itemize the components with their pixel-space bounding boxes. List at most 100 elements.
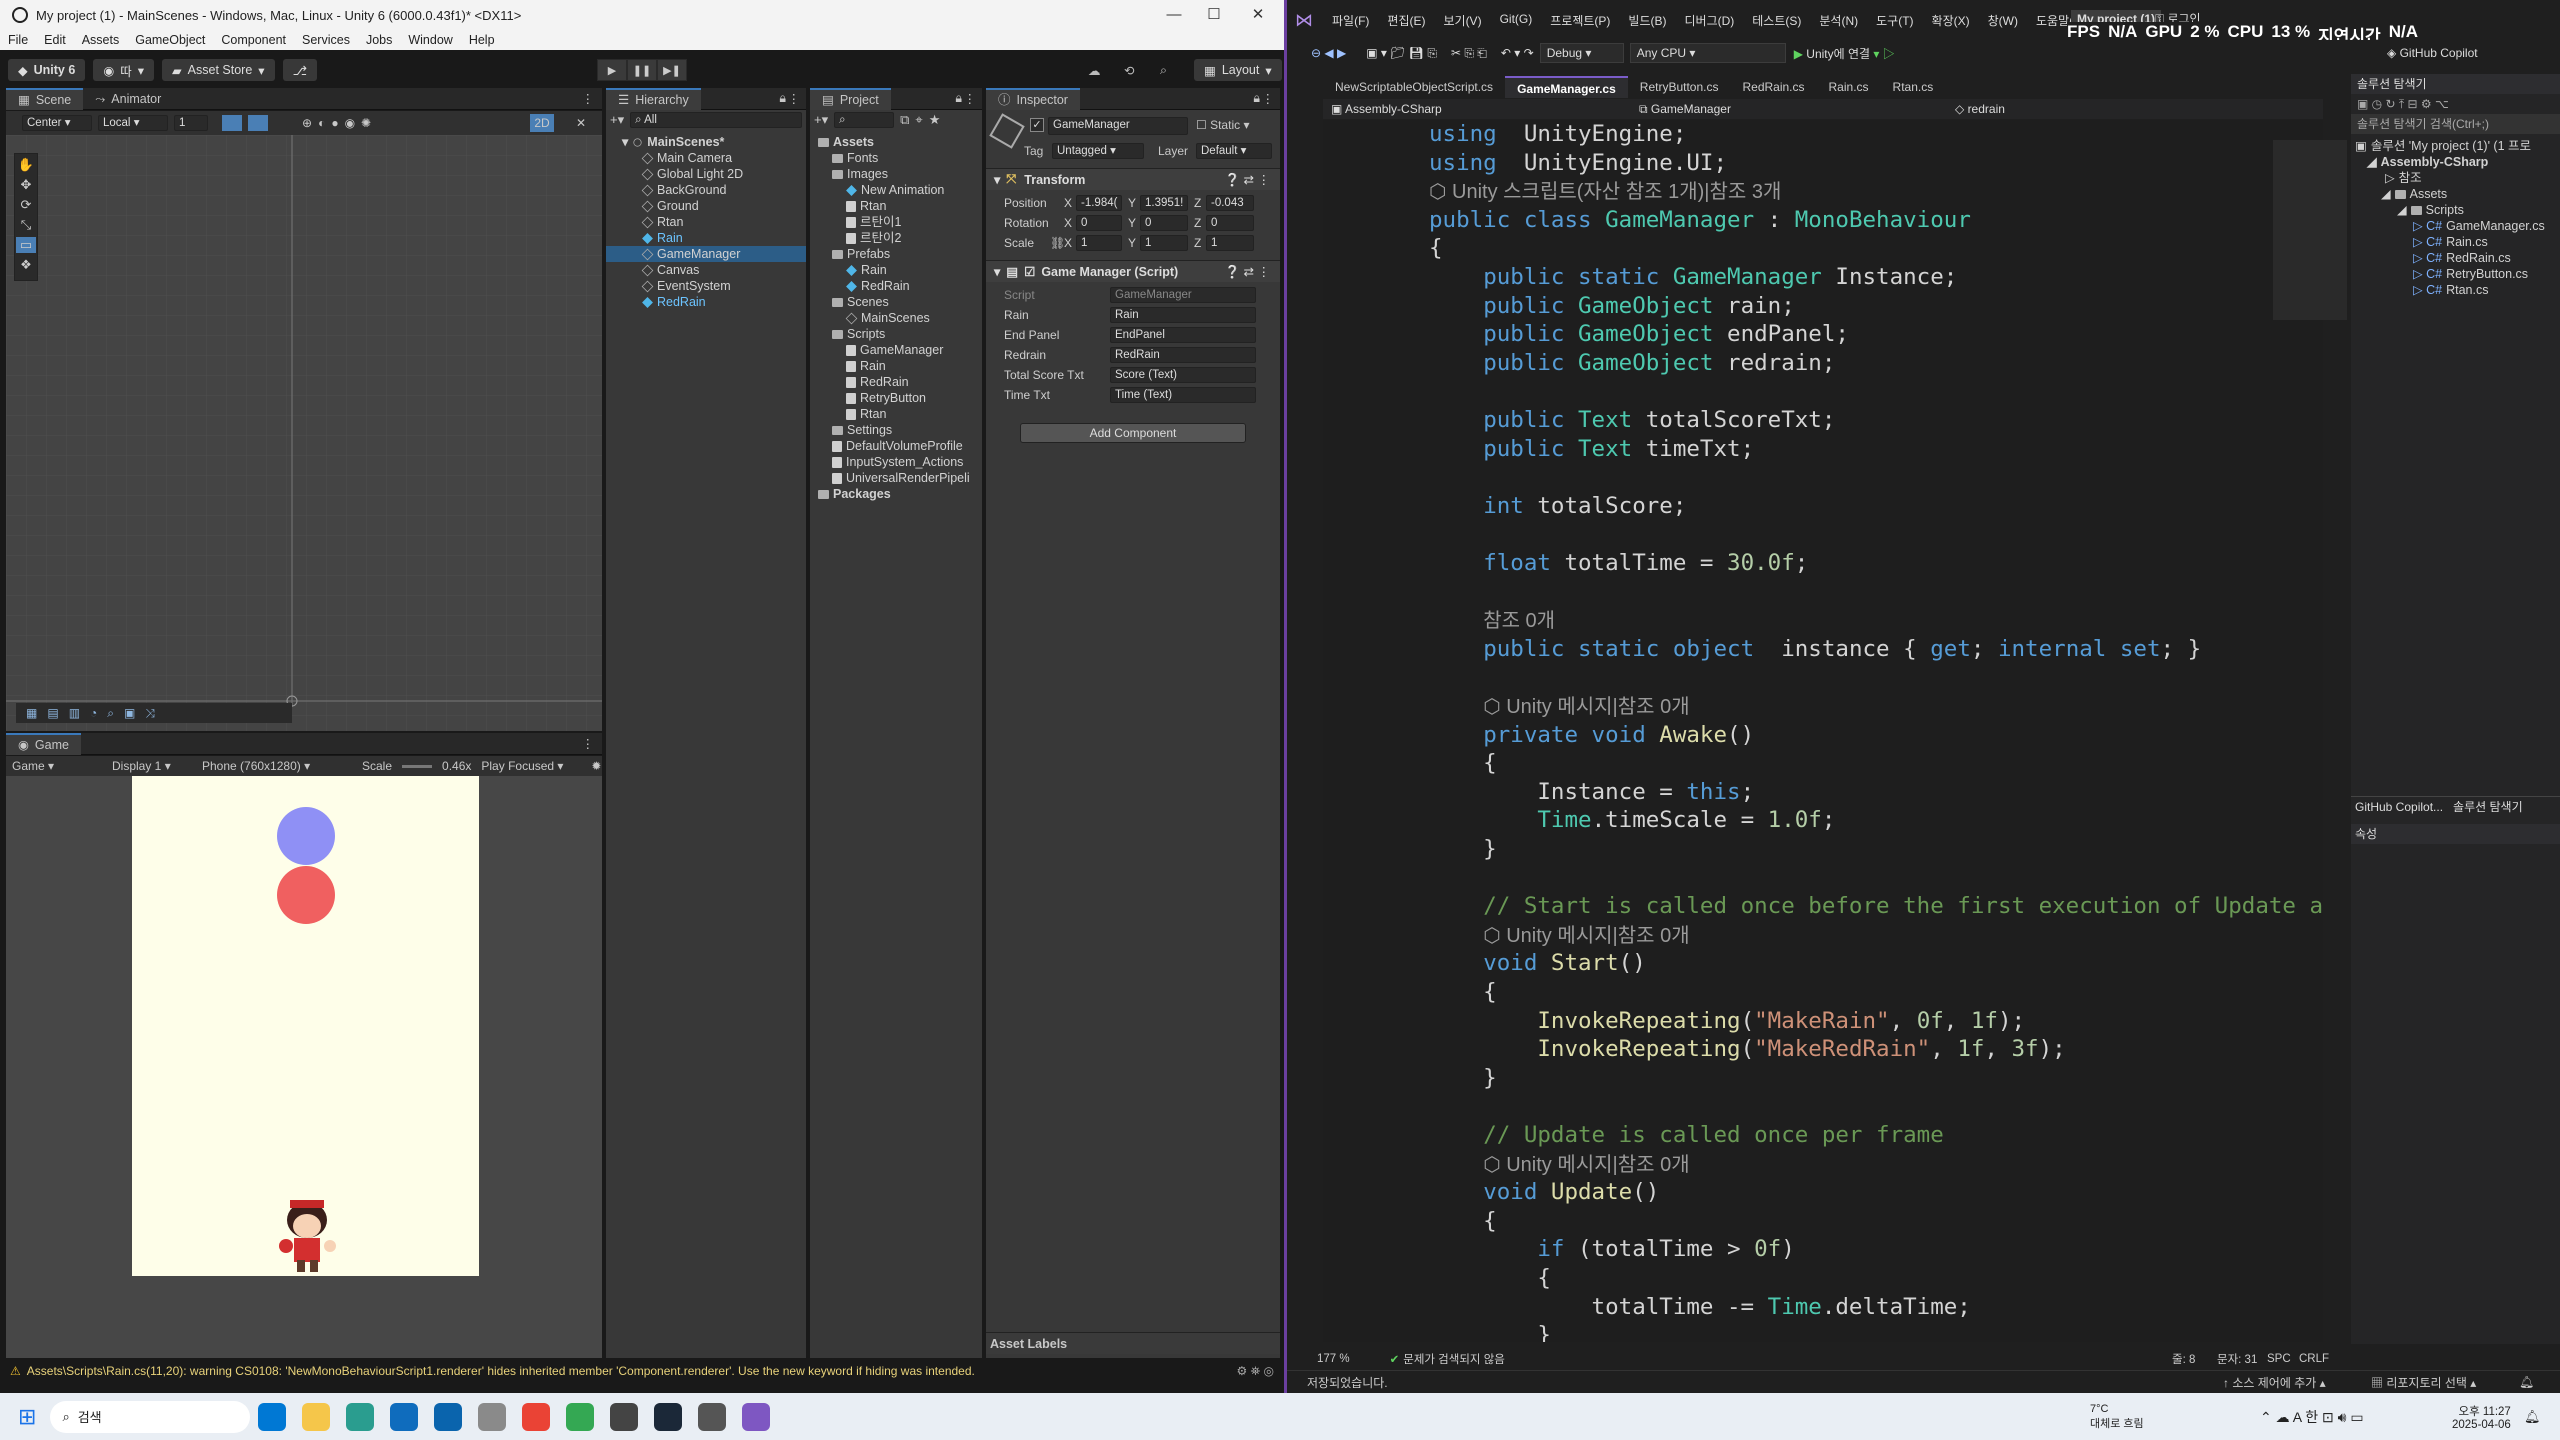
whitespace-mode[interactable]: SPC [2267, 1353, 2291, 1365]
project-item[interactable]: Rtan [810, 406, 982, 422]
snap-icon[interactable] [248, 115, 268, 131]
vs-menu-item[interactable]: Git(G) [1491, 12, 1542, 29]
mode-2d-toggle[interactable]: 2D [530, 114, 554, 132]
scale-z[interactable]: 1 [1206, 235, 1254, 251]
more-icon[interactable]: ⋮ [964, 91, 977, 106]
document-tab[interactable]: RedRain.cs [1730, 76, 1816, 98]
source-control-button[interactable]: ↑ 소스 제어에 추가 ▴ [2223, 1374, 2326, 1391]
version-control-icon[interactable]: ⎇ [282, 59, 317, 81]
more-icon[interactable]: ⋮ [582, 91, 595, 106]
edge-icon[interactable] [346, 1402, 375, 1431]
move-tool-icon[interactable]: ✥ [21, 177, 32, 193]
grid-snap-field[interactable]: 1 [174, 115, 208, 131]
class-nav-dropdown[interactable]: ⧉ GameManager [1639, 102, 1955, 117]
rotate-icon[interactable]: ◔ [90, 706, 97, 720]
chrome-icon[interactable] [522, 1402, 551, 1431]
account-dropdown[interactable]: ◉ 따 ▾ [93, 59, 155, 81]
play-focus-dropdown[interactable]: Play Focused ▾ [481, 759, 581, 773]
solution-file[interactable]: ▷ C# Rain.cs [2351, 234, 2560, 250]
vs-menu-item[interactable]: 보기(V) [1434, 12, 1490, 29]
config-dropdown[interactable]: Debug ▾ [1539, 43, 1624, 63]
hierarchy-item[interactable]: Rtan [606, 214, 806, 230]
edit-icons[interactable]: ✂ ⎘ ⎗ [1451, 46, 1487, 61]
solution-file[interactable]: ▷ C# RedRain.cs [2351, 250, 2560, 266]
asset-store-button[interactable]: ▰ Asset Store ▾ [162, 59, 275, 81]
notification-icon[interactable]: 🔔︎ [2519, 1375, 2534, 1389]
project-item[interactable]: Fonts [810, 150, 982, 166]
layout-dropdown[interactable]: ▦ Layout ▾ [1194, 59, 1282, 81]
vs-menu-item[interactable]: 창(W) [1979, 12, 2027, 29]
tab-inspector[interactable]: ⓘ Inspector [986, 87, 1080, 110]
solution-file[interactable]: ▷ C# Rtan.cs [2351, 282, 2560, 298]
references-node[interactable]: ▷ 참조 [2351, 170, 2560, 186]
visual-studio-icon[interactable] [742, 1402, 771, 1431]
zoom-level[interactable]: 177 % [1317, 1353, 1350, 1365]
add-icon[interactable]: +▾ [610, 112, 624, 128]
object-field[interactable]: Time (Text) [1110, 387, 1256, 403]
zoom-icon[interactable]: ⌕ [107, 706, 114, 721]
tab-project[interactable]: ▤ Project [810, 87, 891, 110]
project-item[interactable]: Assets [810, 134, 982, 150]
shuffle-icon[interactable]: ⤨ [145, 706, 155, 721]
asset-labels[interactable]: Asset Labels [986, 1332, 1280, 1354]
layer-dropdown[interactable]: Default ▾ [1196, 143, 1272, 159]
lighting-icon[interactable]: ◉ [345, 116, 355, 130]
tab-game[interactable]: ◉ Game [6, 732, 81, 755]
windows-start-icon[interactable]: ⊞ [18, 1404, 36, 1430]
tile-icon[interactable]: ▥ [69, 706, 80, 720]
tag-dropdown[interactable]: Untagged ▾ [1052, 143, 1144, 159]
tilemap-icon[interactable]: ▦ [26, 706, 37, 720]
rotation-z[interactable]: 0 [1206, 215, 1254, 231]
solution-search-input[interactable]: 솔루션 탐색기 검색(Ctrl+;) [2351, 114, 2560, 134]
project-nav-dropdown[interactable]: ▣ Assembly-CSharp [1323, 102, 1639, 116]
solution-root[interactable]: ▣ 솔루션 'My project (1)' (1 프로 [2351, 138, 2560, 154]
component-menu-icon[interactable]: ❔ ⇄ ⋮ [1225, 264, 1270, 280]
project-item[interactable]: Settings [810, 422, 982, 438]
member-nav-dropdown[interactable]: ◇ redrain [1955, 102, 2255, 116]
static-toggle[interactable]: ☐ Static ▾ [1196, 118, 1249, 132]
scene-viewport[interactable]: ✋ ✥ ⟳ ⤡ ▭ ❖ ▦ ▤ ▥ ◔ ⌕ ▣ ⤨ [6, 135, 602, 731]
menu-help[interactable]: Help [461, 33, 503, 47]
vs-menu-item[interactable]: 프로젝트(P) [1541, 12, 1619, 29]
lock-icon[interactable]: 🔒︎ [1253, 91, 1260, 106]
hierarchy-item[interactable]: Global Light 2D [606, 166, 806, 182]
settings-icon[interactable]: ✹ [591, 759, 601, 773]
scale-y[interactable]: 1 [1140, 235, 1188, 251]
notifications-icon[interactable]: 🔔︎ [2524, 1409, 2541, 1425]
assets-node[interactable]: ◢ Assets [2351, 186, 2560, 202]
project-item[interactable]: MainScenes [810, 310, 982, 326]
steam-icon[interactable] [654, 1402, 683, 1431]
solution-file[interactable]: ▷ C# RetryButton.cs [2351, 266, 2560, 282]
menu-edit[interactable]: Edit [36, 33, 74, 47]
hierarchy-item[interactable]: Canvas [606, 262, 806, 278]
pivot-dropdown[interactable]: Center ▾ [22, 115, 92, 131]
resolution-dropdown[interactable]: Phone (760x1280) ▾ [202, 759, 352, 773]
project-item[interactable]: RedRain [810, 278, 982, 294]
project-item[interactable]: GameManager [810, 342, 982, 358]
enabled-checkbox[interactable]: ☑ [1024, 264, 1035, 279]
lock-icon[interactable]: 🔒︎ [779, 91, 786, 106]
grid-paint-icon[interactable]: ▤ [47, 706, 58, 720]
object-field[interactable]: EndPanel [1110, 327, 1256, 343]
project-item[interactable]: UniversalRenderPipeli [810, 470, 982, 486]
link-icon[interactable]: ⛓ [1050, 236, 1065, 250]
tab-scene[interactable]: ▦ Scene [6, 87, 84, 110]
file-explorer-icon[interactable] [302, 1402, 331, 1431]
active-checkbox[interactable]: ✓ [1030, 118, 1044, 132]
line-ending[interactable]: CRLF [2299, 1353, 2329, 1365]
menu-services[interactable]: Services [294, 33, 358, 47]
rotation-y[interactable]: 0 [1140, 215, 1188, 231]
vs-menu-item[interactable]: 분석(N) [1810, 12, 1867, 29]
issues-text[interactable]: 문제가 검색되지 않음 [1403, 1351, 1505, 1367]
rotate-tool-icon[interactable]: ⟳ [21, 197, 32, 213]
project-item[interactable]: InputSystem_Actions [810, 454, 982, 470]
hierarchy-item[interactable]: Rain [606, 230, 806, 246]
copilot-button[interactable]: ◈ GitHub Copilot [2387, 46, 2478, 60]
component-menu-icon[interactable]: ❔ ⇄ ⋮ [1225, 172, 1270, 188]
platform-dropdown[interactable]: Any CPU ▾ [1629, 43, 1786, 63]
project-item[interactable]: Prefabs [810, 246, 982, 262]
hierarchy-item[interactable]: Ground [606, 198, 806, 214]
project-item[interactable]: RetryButton [810, 390, 982, 406]
solution-file[interactable]: ▷ C# GameManager.cs [2351, 218, 2560, 234]
solution-explorer-tab[interactable]: 솔루션 탐색기 [2453, 797, 2523, 816]
